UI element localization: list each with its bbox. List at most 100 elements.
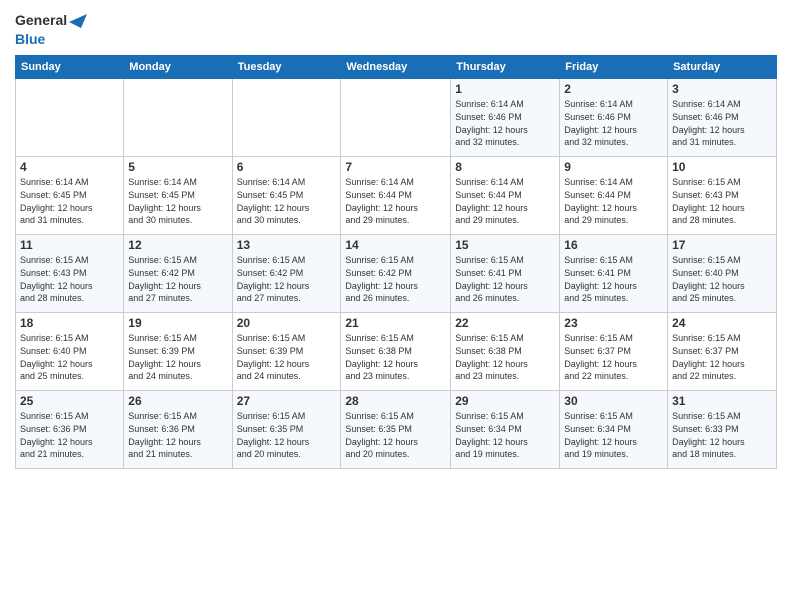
header-saturday: Saturday bbox=[668, 56, 777, 79]
day-number: 18 bbox=[20, 316, 119, 330]
logo-bird-icon bbox=[69, 10, 87, 32]
cell-week3-day1: 12 Sunrise: 6:15 AM Sunset: 6:42 PM Dayli… bbox=[124, 235, 232, 313]
cell-week5-day5: 30 Sunrise: 6:15 AM Sunset: 6:34 PM Dayli… bbox=[560, 391, 668, 469]
day-number: 26 bbox=[128, 394, 227, 408]
day-info: Sunrise: 6:14 AM Sunset: 6:45 PM Dayligh… bbox=[128, 176, 227, 226]
cell-week4-day4: 22Sunrise: 6:15 AM Sunset: 6:38 PM Dayli… bbox=[451, 313, 560, 391]
cell-week3-day0: 11Sunrise: 6:15 AM Sunset: 6:43 PM Dayli… bbox=[16, 235, 124, 313]
week-row-1: 1 Sunrise: 6:14 AM Sunset: 6:46 PM Daylig… bbox=[16, 79, 777, 157]
day-info: Sunrise: 6:14 AM Sunset: 6:45 PM Dayligh… bbox=[237, 176, 337, 226]
day-number: 21 bbox=[345, 316, 446, 330]
day-number: 5 bbox=[128, 160, 227, 174]
cell-week5-day3: 28 Sunrise: 6:15 AM Sunset: 6:35 PM Dayli… bbox=[341, 391, 451, 469]
logo-blue: Blue bbox=[15, 32, 87, 47]
day-info: Sunrise: 6:15 AM Sunset: 6:35 PM Dayligh… bbox=[345, 410, 446, 460]
day-number: 8 bbox=[455, 160, 555, 174]
day-number: 17 bbox=[672, 238, 772, 252]
cell-week4-day0: 18 Sunrise: 6:15 AM Sunset: 6:40 PM Dayli… bbox=[16, 313, 124, 391]
cell-week2-day1: 5 Sunrise: 6:14 AM Sunset: 6:45 PM Daylig… bbox=[124, 157, 232, 235]
cell-week5-day0: 25Sunrise: 6:15 AM Sunset: 6:36 PM Dayli… bbox=[16, 391, 124, 469]
day-info: Sunrise: 6:15 AM Sunset: 6:38 PM Dayligh… bbox=[455, 332, 555, 382]
day-info: Sunrise: 6:15 AM Sunset: 6:37 PM Dayligh… bbox=[564, 332, 663, 382]
cell-week5-day1: 26 Sunrise: 6:15 AM Sunset: 6:36 PM Dayli… bbox=[124, 391, 232, 469]
day-number: 27 bbox=[237, 394, 337, 408]
cell-week3-day5: 16 Sunrise: 6:15 AM Sunset: 6:41 PM Dayli… bbox=[560, 235, 668, 313]
day-info: Sunrise: 6:15 AM Sunset: 6:37 PM Dayligh… bbox=[672, 332, 772, 382]
header-tuesday: Tuesday bbox=[232, 56, 341, 79]
day-number: 13 bbox=[237, 238, 337, 252]
day-number: 31 bbox=[672, 394, 772, 408]
day-info: Sunrise: 6:15 AM Sunset: 6:33 PM Dayligh… bbox=[672, 410, 772, 460]
header-friday: Friday bbox=[560, 56, 668, 79]
day-info: Sunrise: 6:15 AM Sunset: 6:34 PM Dayligh… bbox=[455, 410, 555, 460]
day-number: 11 bbox=[20, 238, 119, 252]
day-info: Sunrise: 6:14 AM Sunset: 6:44 PM Dayligh… bbox=[345, 176, 446, 226]
day-number: 19 bbox=[128, 316, 227, 330]
cell-week5-day2: 27 Sunrise: 6:15 AM Sunset: 6:35 PM Dayli… bbox=[232, 391, 341, 469]
header-wednesday: Wednesday bbox=[341, 56, 451, 79]
cell-week3-day2: 13 Sunrise: 6:15 AM Sunset: 6:42 PM Dayli… bbox=[232, 235, 341, 313]
day-info: Sunrise: 6:15 AM Sunset: 6:40 PM Dayligh… bbox=[672, 254, 772, 304]
day-info: Sunrise: 6:14 AM Sunset: 6:46 PM Dayligh… bbox=[672, 98, 772, 148]
day-number: 12 bbox=[128, 238, 227, 252]
day-info: Sunrise: 6:15 AM Sunset: 6:39 PM Dayligh… bbox=[128, 332, 227, 382]
cell-week3-day3: 14Sunrise: 6:15 AM Sunset: 6:42 PM Dayli… bbox=[341, 235, 451, 313]
cell-week1-day1 bbox=[124, 79, 232, 157]
week-row-2: 4 Sunrise: 6:14 AM Sunset: 6:45 PM Daylig… bbox=[16, 157, 777, 235]
day-number: 14 bbox=[345, 238, 446, 252]
cell-week3-day6: 17 Sunrise: 6:15 AM Sunset: 6:40 PM Dayli… bbox=[668, 235, 777, 313]
cell-week1-day5: 2 Sunrise: 6:14 AM Sunset: 6:46 PM Daylig… bbox=[560, 79, 668, 157]
cell-week2-day6: 10Sunrise: 6:15 AM Sunset: 6:43 PM Dayli… bbox=[668, 157, 777, 235]
cell-week5-day4: 29 Sunrise: 6:15 AM Sunset: 6:34 PM Dayli… bbox=[451, 391, 560, 469]
cell-week4-day1: 19 Sunrise: 6:15 AM Sunset: 6:39 PM Dayli… bbox=[124, 313, 232, 391]
day-number: 9 bbox=[564, 160, 663, 174]
cell-week5-day6: 31 Sunrise: 6:15 AM Sunset: 6:33 PM Dayli… bbox=[668, 391, 777, 469]
day-number: 24 bbox=[672, 316, 772, 330]
cell-week3-day4: 15 Sunrise: 6:15 AM Sunset: 6:41 PM Dayli… bbox=[451, 235, 560, 313]
day-info: Sunrise: 6:14 AM Sunset: 6:44 PM Dayligh… bbox=[564, 176, 663, 226]
week-row-3: 11Sunrise: 6:15 AM Sunset: 6:43 PM Dayli… bbox=[16, 235, 777, 313]
cell-week2-day0: 4 Sunrise: 6:14 AM Sunset: 6:45 PM Daylig… bbox=[16, 157, 124, 235]
day-info: Sunrise: 6:15 AM Sunset: 6:40 PM Dayligh… bbox=[20, 332, 119, 382]
day-info: Sunrise: 6:15 AM Sunset: 6:35 PM Dayligh… bbox=[237, 410, 337, 460]
day-number: 6 bbox=[237, 160, 337, 174]
day-number: 4 bbox=[20, 160, 119, 174]
cell-week1-day6: 3 Sunrise: 6:14 AM Sunset: 6:46 PM Daylig… bbox=[668, 79, 777, 157]
day-number: 15 bbox=[455, 238, 555, 252]
week-row-5: 25 Sunrise: 6:15 AM Sunset: 6:36 PM Dayli… bbox=[16, 391, 777, 469]
day-info: Sunrise: 6:15 AM Sunset: 6:42 PM Dayligh… bbox=[237, 254, 337, 304]
day-number: 1 bbox=[455, 82, 555, 96]
cell-week4-day3: 21Sunrise: 6:15 AM Sunset: 6:38 PM Dayli… bbox=[341, 313, 451, 391]
day-number: 3 bbox=[672, 82, 772, 96]
cell-week1-day4: 1 Sunrise: 6:14 AM Sunset: 6:46 PM Daylig… bbox=[451, 79, 560, 157]
day-number: 2 bbox=[564, 82, 663, 96]
day-number: 16 bbox=[564, 238, 663, 252]
day-info: Sunrise: 6:14 AM Sunset: 6:46 PM Dayligh… bbox=[564, 98, 663, 148]
day-number: 30 bbox=[564, 394, 663, 408]
cell-week1-day3 bbox=[341, 79, 451, 157]
day-info: Sunrise: 6:15 AM Sunset: 6:41 PM Dayligh… bbox=[564, 254, 663, 304]
header-monday: Monday bbox=[124, 56, 232, 79]
day-info: Sunrise: 6:15 AM Sunset: 6:41 PM Dayligh… bbox=[455, 254, 555, 304]
cell-week2-day2: 6 Sunrise: 6:14 AM Sunset: 6:45 PM Daylig… bbox=[232, 157, 341, 235]
calendar-table: SundayMondayTuesdayWednesdayThursdayFrid… bbox=[15, 55, 777, 469]
day-number: 28 bbox=[345, 394, 446, 408]
cell-week2-day4: 8Sunrise: 6:14 AM Sunset: 6:44 PM Daylig… bbox=[451, 157, 560, 235]
logo-general: General bbox=[15, 13, 67, 28]
header-sunday: Sunday bbox=[16, 56, 124, 79]
day-number: 25 bbox=[20, 394, 119, 408]
cell-week4-day6: 24 Sunrise: 6:15 AM Sunset: 6:37 PM Dayli… bbox=[668, 313, 777, 391]
logo: General Blue bbox=[15, 10, 87, 47]
cell-week4-day5: 23Sunrise: 6:15 AM Sunset: 6:37 PM Dayli… bbox=[560, 313, 668, 391]
day-info: Sunrise: 6:14 AM Sunset: 6:45 PM Dayligh… bbox=[20, 176, 119, 226]
day-info: Sunrise: 6:15 AM Sunset: 6:34 PM Dayligh… bbox=[564, 410, 663, 460]
day-info: Sunrise: 6:15 AM Sunset: 6:36 PM Dayligh… bbox=[128, 410, 227, 460]
day-number: 10 bbox=[672, 160, 772, 174]
header-thursday: Thursday bbox=[451, 56, 560, 79]
cell-week2-day3: 7 Sunrise: 6:14 AM Sunset: 6:44 PM Daylig… bbox=[341, 157, 451, 235]
day-number: 7 bbox=[345, 160, 446, 174]
day-info: Sunrise: 6:15 AM Sunset: 6:42 PM Dayligh… bbox=[128, 254, 227, 304]
day-number: 29 bbox=[455, 394, 555, 408]
day-info: Sunrise: 6:14 AM Sunset: 6:46 PM Dayligh… bbox=[455, 98, 555, 148]
week-row-4: 18 Sunrise: 6:15 AM Sunset: 6:40 PM Dayli… bbox=[16, 313, 777, 391]
